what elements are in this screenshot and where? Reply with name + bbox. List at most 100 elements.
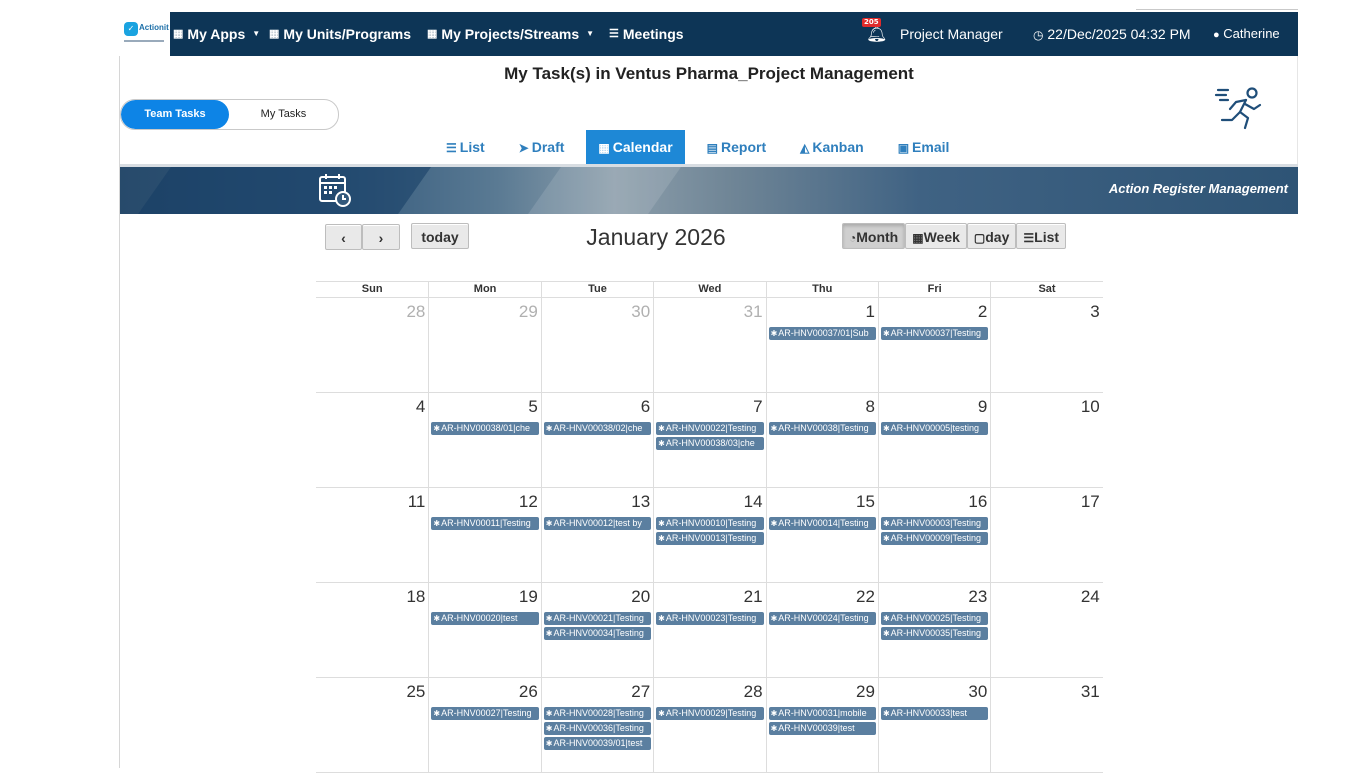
day-number[interactable]: 7 — [753, 397, 762, 417]
day-cell[interactable]: 16 ✱AR-HNV00003|Testing ✱AR-HNV00009|Testi… — [877, 488, 990, 582]
tab-email[interactable]: ▣ Email — [886, 130, 962, 164]
calendar-event[interactable]: ✱AR-HNV00021|Testing — [543, 612, 652, 625]
calendar-event[interactable]: ✱AR-HNV00028|Testing — [543, 707, 652, 720]
calendar-event[interactable]: ✱AR-HNV00039/01|test — [543, 737, 652, 750]
day-cell[interactable]: 10 — [990, 393, 1102, 487]
day-number[interactable]: 30 — [968, 682, 987, 702]
calendar-event[interactable]: ✱AR-HNV00023|Testing — [656, 612, 764, 625]
list-view-button[interactable]: ☰List — [1016, 223, 1067, 249]
calendar-event[interactable]: ✱AR-HNV00033|test — [880, 707, 989, 720]
tab-list[interactable]: ☰ List — [434, 130, 497, 164]
calendar-event[interactable]: ✱AR-HNV00034|Testing — [543, 627, 652, 640]
day-number[interactable]: 3 — [1090, 302, 1099, 322]
day-cell[interactable]: 28 — [316, 298, 428, 392]
calendar-event[interactable]: ✱AR-HNV00009|Testing — [880, 532, 989, 545]
day-cell[interactable]: 30 — [540, 298, 653, 392]
day-cell[interactable]: 11 — [316, 488, 428, 582]
day-cell[interactable]: 29 ✱AR-HNV00031|mobile ✱AR-HNV00039|test — [765, 678, 878, 772]
calendar-event[interactable]: ✱AR-HNV00035|Testing — [880, 627, 989, 640]
notification-bell[interactable]: 🔔︎ 205 — [862, 18, 888, 44]
day-number[interactable]: 4 — [416, 397, 425, 417]
nav-my-projects[interactable]: ▦ My Projects/Streams ▼ — [427, 12, 594, 56]
day-number[interactable]: 29 — [856, 682, 875, 702]
calendar-event[interactable]: ✱AR-HNV00010|Testing — [656, 517, 764, 530]
day-cell[interactable]: 7 ✱AR-HNV00022|Testing ✱AR-HNV00038/03|che — [653, 393, 765, 487]
day-cell[interactable]: 24 — [990, 583, 1102, 677]
day-number[interactable]: 9 — [978, 397, 987, 417]
day-cell[interactable]: 17 — [990, 488, 1102, 582]
calendar-event[interactable]: ✱AR-HNV00036|Testing — [543, 722, 652, 735]
day-number[interactable]: 11 — [408, 492, 426, 512]
day-cell[interactable]: 31 — [653, 298, 765, 392]
my-tasks-toggle[interactable]: My Tasks — [229, 100, 338, 129]
nav-meetings[interactable]: ☰ Meetings — [609, 12, 684, 56]
prev-month-button[interactable]: ‹ — [325, 224, 362, 250]
calendar-event[interactable]: ✱AR-HNV00020|test — [431, 612, 539, 625]
day-number[interactable]: 31 — [1081, 682, 1100, 702]
tab-report[interactable]: ▤ Report — [695, 130, 778, 164]
day-number[interactable]: 18 — [406, 587, 425, 607]
day-number[interactable]: 29 — [519, 302, 538, 322]
calendar-event[interactable]: ✱AR-HNV00014|Testing — [768, 517, 876, 530]
nav-my-apps[interactable]: ▦ My Apps ▼ — [173, 12, 260, 56]
day-number[interactable]: 31 — [744, 302, 763, 322]
day-cell[interactable]: 8 ✱AR-HNV00038|Testing — [765, 393, 878, 487]
calendar-event[interactable]: ✱AR-HNV00038/01|che — [431, 422, 539, 435]
calendar-event[interactable]: ✱AR-HNV00024|Testing — [768, 612, 876, 625]
day-number[interactable]: 12 — [519, 492, 538, 512]
calendar-event[interactable]: ✱AR-HNV00005|testing — [880, 422, 989, 435]
calendar-event[interactable]: ✱AR-HNV00011|Testing — [431, 517, 539, 530]
week-view-button[interactable]: ▦Week — [905, 223, 967, 249]
day-cell[interactable]: 9 ✱AR-HNV00005|testing — [877, 393, 990, 487]
day-cell[interactable]: 3 — [990, 298, 1102, 392]
day-number[interactable]: 27 — [631, 682, 650, 702]
day-cell[interactable]: 15 ✱AR-HNV00014|Testing — [765, 488, 878, 582]
day-cell[interactable]: 19 ✱AR-HNV00020|test — [428, 583, 540, 677]
day-number[interactable]: 13 — [631, 492, 650, 512]
day-number[interactable]: 8 — [865, 397, 874, 417]
day-number[interactable]: 2 — [978, 302, 987, 322]
app-logo[interactable]: ✓ Actionit — [122, 20, 169, 50]
calendar-event[interactable]: ✱AR-HNV00039|test — [768, 722, 876, 735]
day-cell[interactable]: 14 ✱AR-HNV00010|Testing ✱AR-HNV00013|Testi… — [653, 488, 765, 582]
tab-kanban[interactable]: ◭ Kanban — [788, 130, 876, 164]
day-cell[interactable]: 25 — [316, 678, 428, 772]
calendar-event[interactable]: ✱AR-HNV00012|test by — [543, 517, 652, 530]
day-cell[interactable]: 6 ✱AR-HNV00038/02|che — [540, 393, 653, 487]
day-cell[interactable]: 29 — [428, 298, 540, 392]
day-number[interactable]: 28 — [406, 302, 425, 322]
calendar-event[interactable]: ✱AR-HNV00037|Testing — [880, 327, 989, 340]
team-tasks-toggle[interactable]: Team Tasks — [121, 100, 229, 129]
calendar-event[interactable]: ✱AR-HNV00031|mobile — [768, 707, 876, 720]
day-cell[interactable]: 1 ✱AR-HNV00037/01|Sub — [765, 298, 878, 392]
day-number[interactable]: 20 — [631, 587, 650, 607]
next-month-button[interactable]: › — [362, 224, 400, 250]
today-button[interactable]: today — [411, 223, 469, 249]
calendar-event[interactable]: ✱AR-HNV00037/01|Sub — [768, 327, 876, 340]
day-number[interactable]: 23 — [968, 587, 987, 607]
day-cell[interactable]: 26 ✱AR-HNV00027|Testing — [428, 678, 540, 772]
calendar-event[interactable]: ✱AR-HNV00038/03|che — [656, 437, 764, 450]
day-cell[interactable]: 12 ✱AR-HNV00011|Testing — [428, 488, 540, 582]
day-cell[interactable]: 5 ✱AR-HNV00038/01|che — [428, 393, 540, 487]
day-number[interactable]: 30 — [631, 302, 650, 322]
day-number[interactable]: 5 — [528, 397, 537, 417]
user-menu[interactable]: ● Catherine — [1213, 12, 1280, 56]
day-cell[interactable]: 22 ✱AR-HNV00024|Testing — [765, 583, 878, 677]
calendar-event[interactable]: ✱AR-HNV00025|Testing — [880, 612, 989, 625]
day-number[interactable]: 15 — [856, 492, 875, 512]
nav-my-units[interactable]: ▦ My Units/Programs — [269, 12, 411, 56]
day-number[interactable]: 25 — [406, 682, 425, 702]
day-number[interactable]: 26 — [519, 682, 538, 702]
day-view-button[interactable]: ▢day — [966, 223, 1017, 249]
day-number[interactable]: 10 — [1081, 397, 1100, 417]
calendar-event[interactable]: ✱AR-HNV00003|Testing — [880, 517, 989, 530]
calendar-event[interactable]: ✱AR-HNV00029|Testing — [656, 707, 764, 720]
day-cell[interactable]: 28 ✱AR-HNV00029|Testing — [653, 678, 765, 772]
day-cell[interactable]: 20 ✱AR-HNV00021|Testing ✱AR-HNV00034|Testi… — [540, 583, 653, 677]
tab-calendar[interactable]: ▦ Calendar — [586, 130, 685, 164]
calendar-event[interactable]: ✱AR-HNV00038|Testing — [768, 422, 876, 435]
day-number[interactable]: 24 — [1081, 587, 1100, 607]
day-number[interactable]: 16 — [968, 492, 987, 512]
day-cell[interactable]: 21 ✱AR-HNV00023|Testing — [653, 583, 765, 677]
